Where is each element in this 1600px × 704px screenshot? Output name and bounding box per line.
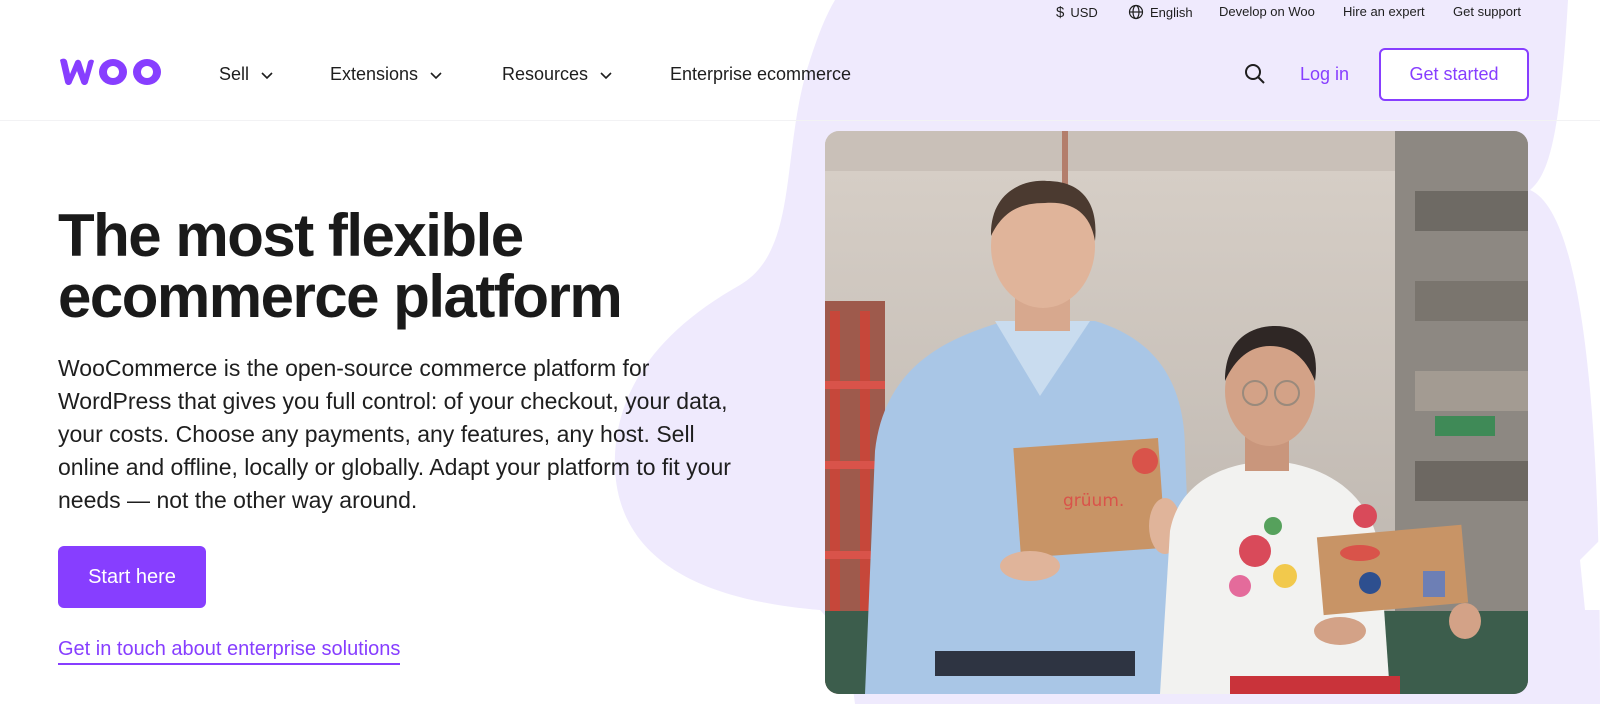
main-navigation: Sell Extensions Resources Enterprise eco… xyxy=(0,24,1600,121)
login-link[interactable]: Log in xyxy=(1300,64,1349,85)
hero-title-line1: The most flexible xyxy=(58,202,524,269)
hero-description: WooCommerce is the open-source commerce … xyxy=(58,355,731,513)
hero-photo: grüum. xyxy=(825,131,1528,694)
utility-bar: $ USD English Develop on Woo Hire an exp… xyxy=(0,0,1600,24)
start-here-button[interactable]: Start here xyxy=(58,546,206,608)
hero-title: The most flexible ecommerce platform xyxy=(58,205,758,327)
nav-enterprise-label: Enterprise ecommerce xyxy=(670,64,852,84)
woo-logo[interactable] xyxy=(58,56,165,88)
dollar-icon: $ xyxy=(1056,4,1065,21)
nav-extensions-label: Extensions xyxy=(330,64,419,84)
currency-label: USD xyxy=(1070,5,1098,20)
chevron-down-icon xyxy=(430,71,442,79)
search-icon[interactable] xyxy=(1243,62,1267,86)
chevron-down-icon xyxy=(600,71,612,79)
nav-resources-label: Resources xyxy=(502,64,589,84)
box-brand-text: grüum. xyxy=(1063,491,1124,511)
develop-on-woo-link[interactable]: Develop on Woo xyxy=(1219,4,1315,19)
nav-enterprise-ecommerce[interactable]: Enterprise ecommerce xyxy=(670,64,851,85)
get-started-button[interactable]: Get started xyxy=(1379,48,1529,101)
hero-title-line2: ecommerce platform xyxy=(58,263,623,330)
language-label: English xyxy=(1150,4,1193,20)
nav-sell[interactable]: Sell xyxy=(219,64,275,85)
language-selector[interactable]: English xyxy=(1128,4,1193,20)
nav-resources[interactable]: Resources xyxy=(502,64,614,85)
hire-an-expert-link[interactable]: Hire an expert xyxy=(1343,4,1425,19)
nav-extensions[interactable]: Extensions xyxy=(330,64,444,85)
enterprise-contact-link[interactable]: Get in touch about enterprise solutions xyxy=(58,638,401,665)
currency-selector[interactable]: $ USD xyxy=(1056,4,1098,21)
globe-icon xyxy=(1128,4,1144,20)
get-support-link[interactable]: Get support xyxy=(1453,4,1521,19)
nav-sell-label: Sell xyxy=(219,64,250,84)
chevron-down-icon xyxy=(261,71,273,79)
